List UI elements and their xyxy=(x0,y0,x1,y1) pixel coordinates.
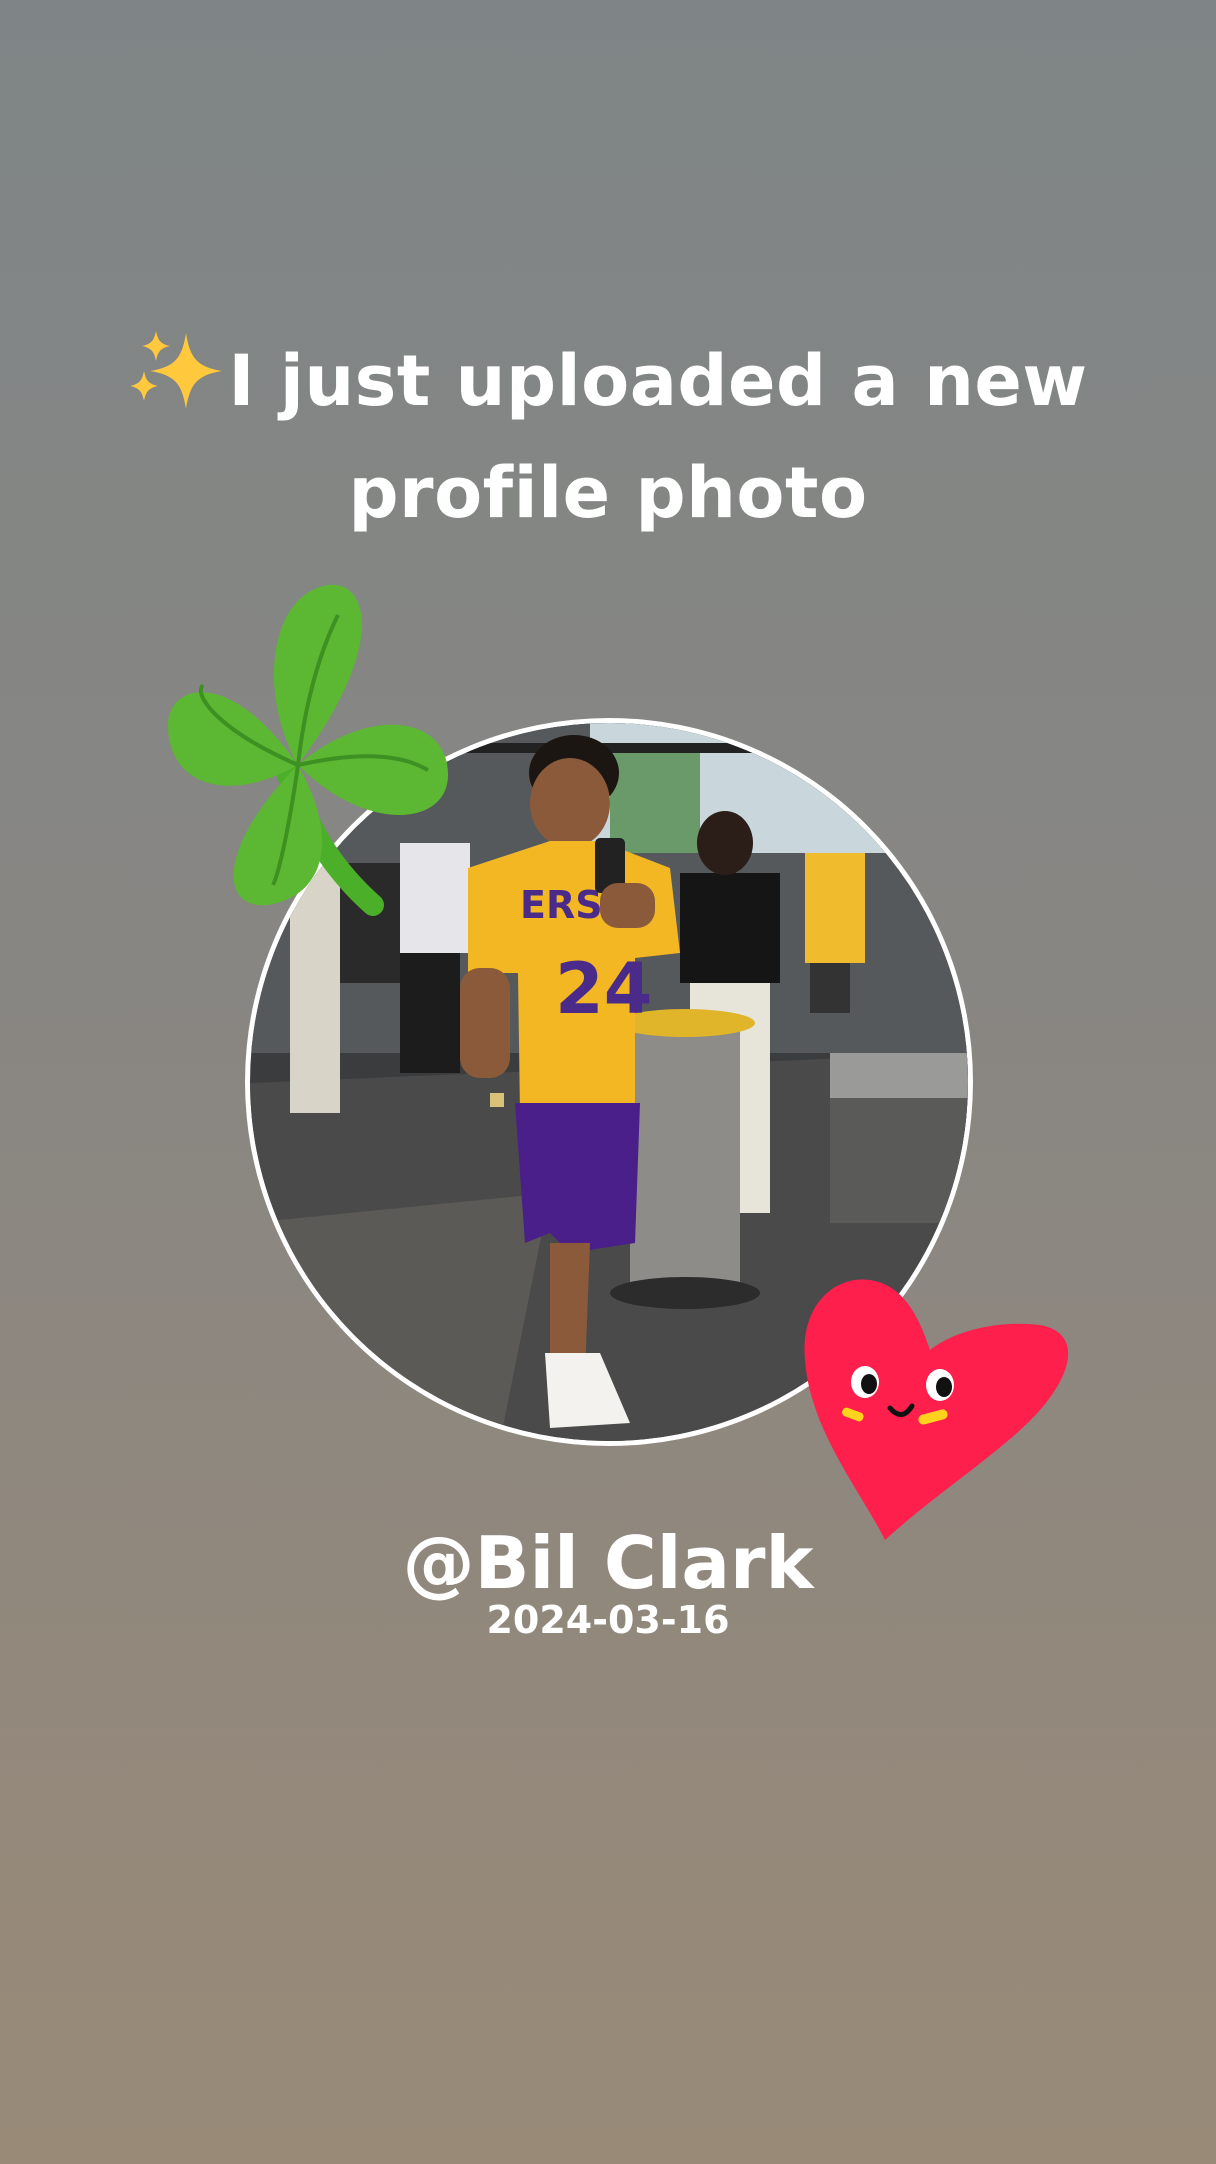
post-date: 2024-03-16 xyxy=(486,1598,730,1642)
jersey-number: 24 xyxy=(555,948,652,1030)
sparkles-icon xyxy=(128,329,224,411)
username[interactable]: @Bil Clark xyxy=(0,1518,1216,1608)
headline-text: I just uploaded a new profile photo xyxy=(228,340,1088,534)
headline: I just uploaded a new profile photo xyxy=(60,325,1156,549)
jersey-text: ERS xyxy=(520,883,603,927)
four-leaf-clover-sticker xyxy=(158,575,458,975)
smiling-heart-sticker xyxy=(790,1260,1070,1550)
